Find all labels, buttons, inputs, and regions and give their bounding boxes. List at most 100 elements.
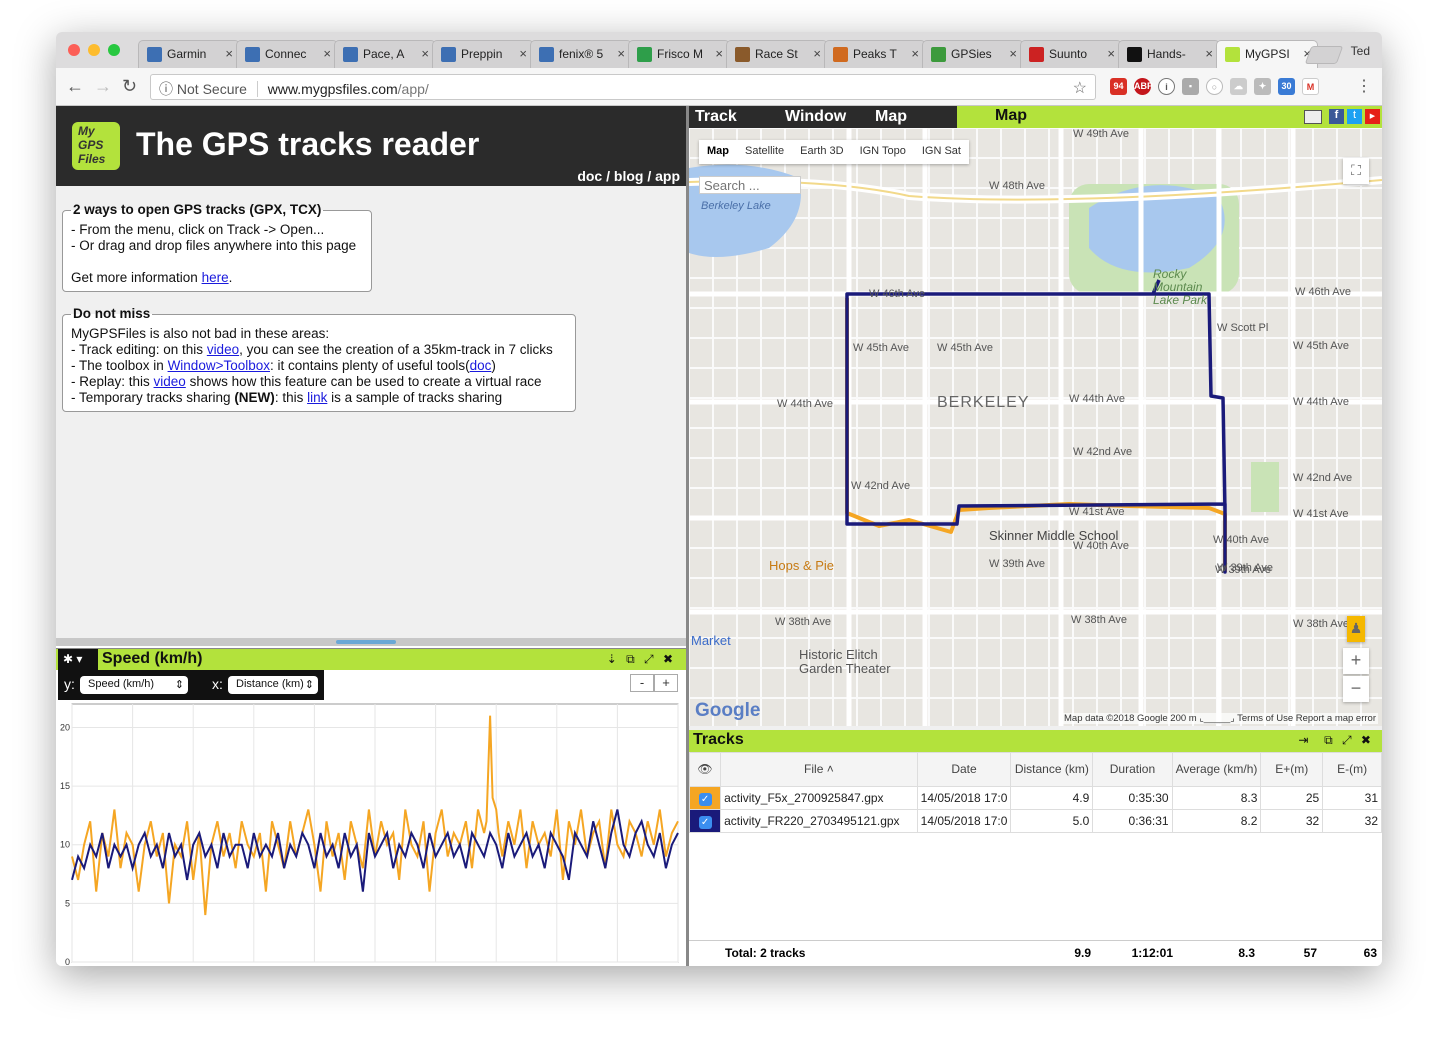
- table-row[interactable]: ✓ activity_FR220_2703495121.gpx 14/05/2018…: [688, 809, 1382, 833]
- toolbox-link[interactable]: Window>Toolbox: [168, 358, 270, 373]
- map-zoom-out-button[interactable]: −: [1343, 676, 1369, 702]
- info-extension-icon[interactable]: i: [1158, 78, 1175, 95]
- browser-tab[interactable]: Peaks T ×: [824, 40, 926, 68]
- facebook-icon[interactable]: f: [1329, 109, 1344, 124]
- map-type-satellite[interactable]: Satellite: [737, 140, 792, 164]
- close-window-icon[interactable]: [68, 44, 80, 56]
- col-eplus[interactable]: E+(m): [1260, 752, 1324, 787]
- puzzle-extension-icon[interactable]: ✦: [1254, 78, 1271, 95]
- gray-extension-icon[interactable]: ▪: [1182, 78, 1199, 95]
- map-attribution[interactable]: Map data ©2018 Google 200 m ⌞_____⌟ Term…: [1062, 713, 1378, 724]
- col-average[interactable]: Average (km/h): [1171, 752, 1262, 787]
- table-row[interactable]: ✓ activity_F5x_2700925847.gpx 14/05/2018 1…: [688, 786, 1382, 810]
- tab-close-icon[interactable]: ×: [715, 46, 723, 61]
- mygpsfiles-logo[interactable]: My GPS Files: [72, 122, 120, 170]
- header-links[interactable]: doc / blog / app: [577, 168, 680, 184]
- browser-tab[interactable]: Suunto ×: [1020, 40, 1122, 68]
- menu-window[interactable]: Window: [785, 108, 846, 126]
- fullscreen-icon[interactable]: ⛶: [1343, 158, 1369, 184]
- tab-close-icon[interactable]: ×: [421, 46, 429, 61]
- col-duration[interactable]: Duration: [1092, 752, 1173, 787]
- menu-map[interactable]: Map: [875, 108, 907, 126]
- calendar-extension-icon[interactable]: 94: [1110, 78, 1127, 95]
- browser-tab[interactable]: Garmin ×: [138, 40, 240, 68]
- new-tab-button[interactable]: [1304, 46, 1344, 64]
- browser-tab[interactable]: fenix® 5 ×: [530, 40, 632, 68]
- sharing-link[interactable]: link: [307, 390, 327, 405]
- col-file[interactable]: File ˄: [720, 752, 918, 787]
- map-type-ign-sat[interactable]: IGN Sat: [914, 140, 969, 164]
- more-info-link[interactable]: here: [202, 270, 229, 285]
- menu-kebab-icon[interactable]: ⋮: [1356, 76, 1372, 96]
- col-distance[interactable]: Distance (km): [1010, 752, 1094, 787]
- gear-icon[interactable]: ✱ ▾: [58, 649, 98, 671]
- y-axis-select[interactable]: Speed (km/h) ⇕: [80, 676, 188, 694]
- browser-tab[interactable]: Hands- ×: [1118, 40, 1220, 68]
- tab-close-icon[interactable]: ×: [1009, 46, 1017, 61]
- menu-track[interactable]: Track: [695, 108, 737, 126]
- splitter-handle[interactable]: [336, 640, 396, 644]
- tab-close-icon[interactable]: ×: [911, 46, 919, 61]
- twitter-icon[interactable]: t: [1347, 109, 1362, 124]
- track-visible-checkbox[interactable]: ✓: [688, 809, 722, 833]
- track-visible-checkbox[interactable]: ✓: [688, 786, 722, 810]
- poi-restaurant[interactable]: Hops & Pie: [769, 558, 834, 573]
- cloud-extension-icon[interactable]: ☁: [1230, 78, 1247, 95]
- poi-school[interactable]: Skinner Middle School: [989, 528, 1118, 543]
- tracks-window-icons[interactable]: ⇥ ⧉ ⤢ ✖: [1298, 733, 1374, 748]
- editing-video-link[interactable]: video: [207, 342, 239, 357]
- tab-close-icon[interactable]: ×: [1205, 46, 1213, 61]
- map-view[interactable]: Map Satellite Earth 3D IGN Topo IGN Sat …: [689, 128, 1382, 726]
- col-date[interactable]: Date: [916, 752, 1012, 787]
- info-icon[interactable]: ⓘ: [159, 81, 173, 97]
- tab-close-icon[interactable]: ×: [519, 46, 527, 61]
- tab-close-icon[interactable]: ×: [1107, 46, 1115, 61]
- map-canvas[interactable]: [689, 128, 1382, 726]
- poi-theater[interactable]: Historic Elitch Garden Theater: [799, 648, 919, 676]
- browser-tab[interactable]: GPSies ×: [922, 40, 1024, 68]
- browser-tab[interactable]: Pace, A ×: [334, 40, 436, 68]
- gmail-extension-icon[interactable]: M: [1302, 78, 1319, 95]
- street-label: W 38th Ave: [1071, 614, 1128, 626]
- reload-icon[interactable]: ↻: [122, 76, 137, 97]
- poi-market[interactable]: Market: [691, 633, 731, 648]
- minimize-window-icon[interactable]: [88, 44, 100, 56]
- map-search-input[interactable]: [699, 176, 801, 194]
- speed-chart[interactable]: 0.0 0.5 1.0 1.5 2.0 2.5 3.0 3.5 4.0 4.5 5.00510152…: [56, 700, 686, 966]
- profile-name[interactable]: Ted: [1351, 44, 1370, 58]
- panel-window-icons[interactable]: ⇣ ⧉ ⤢ ✖: [607, 652, 676, 667]
- browser-tab[interactable]: Connec ×: [236, 40, 338, 68]
- security-label[interactable]: Not Secure: [177, 81, 247, 97]
- browser-tab[interactable]: Race St ×: [726, 40, 828, 68]
- street-view-pegman-icon[interactable]: ♟: [1347, 616, 1365, 642]
- address-bar[interactable]: ⓘ Not Secure www.mygpsfiles.com/app/ ☆: [150, 74, 1096, 100]
- youtube-icon[interactable]: ▶: [1365, 109, 1380, 124]
- forward-arrow-icon[interactable]: →: [94, 76, 112, 97]
- map-zoom-in-button[interactable]: +: [1343, 648, 1369, 674]
- maximize-window-icon[interactable]: [108, 44, 120, 56]
- x-axis-select[interactable]: Distance (km) ⇕: [228, 676, 318, 694]
- browser-tab[interactable]: Frisco M ×: [628, 40, 730, 68]
- map-type-ign-topo[interactable]: IGN Topo: [852, 140, 914, 164]
- map-type-earth3d[interactable]: Earth 3D: [792, 140, 851, 164]
- tab-close-icon[interactable]: ×: [323, 46, 331, 61]
- pane-splitter[interactable]: [56, 638, 686, 646]
- circle-extension-icon[interactable]: ○: [1206, 78, 1223, 95]
- zoom-out-button[interactable]: -: [630, 674, 654, 692]
- tab-close-icon[interactable]: ×: [813, 46, 821, 61]
- map-type-map[interactable]: Map: [699, 140, 737, 164]
- visibility-eye-icon[interactable]: 👁: [688, 752, 722, 787]
- zoom-in-button[interactable]: +: [654, 674, 678, 692]
- replay-video-link[interactable]: video: [154, 374, 186, 389]
- adblock-extension-icon[interactable]: ABP: [1134, 78, 1153, 95]
- browser-tab[interactable]: Preppin ×: [432, 40, 534, 68]
- toolbox-doc-link[interactable]: doc: [470, 358, 492, 373]
- back-arrow-icon[interactable]: ←: [66, 76, 84, 97]
- calendar-30-extension-icon[interactable]: 30: [1278, 78, 1295, 95]
- col-eminus[interactable]: E-(m): [1322, 752, 1382, 787]
- tab-close-icon[interactable]: ×: [225, 46, 233, 61]
- tab-close-icon[interactable]: ×: [617, 46, 625, 61]
- expand-icon[interactable]: [1304, 110, 1322, 124]
- browser-tab[interactable]: MyGPSI×: [1216, 40, 1318, 68]
- bookmark-star-icon[interactable]: ☆: [1073, 78, 1087, 98]
